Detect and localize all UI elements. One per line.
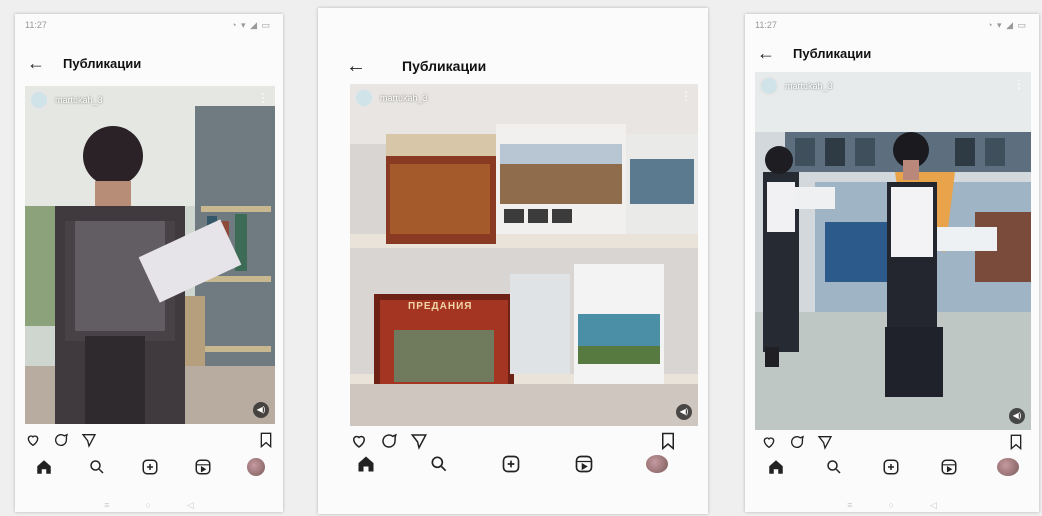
- search-icon[interactable]: [429, 454, 449, 474]
- header: ← Публикации: [318, 56, 708, 76]
- back-arrow-icon[interactable]: ←: [757, 44, 775, 62]
- home-icon[interactable]: [35, 458, 53, 476]
- volume-icon[interactable]: ◀): [253, 402, 269, 418]
- status-time: 11:27: [755, 20, 777, 30]
- post-media[interactable]: ПРЕДАНИЯ martukah_3 ⋮ ◀): [350, 84, 698, 426]
- reels-icon[interactable]: [574, 454, 594, 474]
- comment-icon[interactable]: [380, 432, 398, 450]
- page-title: Публикации: [793, 45, 872, 61]
- search-icon[interactable]: [825, 458, 843, 476]
- header: ← Публикации: [745, 44, 1039, 62]
- author-avatar[interactable]: [29, 90, 49, 110]
- post-author[interactable]: martukah_3: [354, 88, 428, 108]
- home-circle-icon[interactable]: ○: [888, 500, 893, 510]
- back-arrow-icon[interactable]: ←: [27, 54, 45, 72]
- profile-avatar[interactable]: [247, 458, 265, 476]
- author-avatar[interactable]: [759, 76, 779, 96]
- post-actions: [761, 434, 1023, 450]
- heart-icon[interactable]: [25, 432, 41, 448]
- back-triangle-icon[interactable]: ◁: [930, 500, 937, 511]
- add-post-icon[interactable]: [882, 458, 900, 476]
- home-icon[interactable]: [767, 458, 785, 476]
- post-photo: [350, 84, 698, 426]
- phone-screenshot-3: 11:27 ◔ ▾ ◢ ▭ ← Публикации martukah_3 ⋮ …: [745, 14, 1039, 512]
- book-title: ПРЕДАНИЯ: [408, 301, 473, 312]
- post-author[interactable]: martukah_3: [29, 90, 103, 110]
- system-nav-bar: ≡ ○ ◁: [15, 498, 283, 512]
- reels-icon[interactable]: [194, 458, 212, 476]
- search-icon[interactable]: [88, 458, 106, 476]
- header: ← Публикации: [15, 54, 283, 72]
- page-title: Публикации: [402, 58, 487, 74]
- back-arrow-icon[interactable]: ←: [346, 56, 366, 76]
- author-username[interactable]: martukah_3: [55, 95, 103, 105]
- author-username[interactable]: martukah_3: [380, 93, 428, 103]
- volume-icon[interactable]: ◀): [676, 404, 692, 420]
- send-icon[interactable]: [410, 432, 428, 450]
- send-icon[interactable]: [817, 434, 833, 450]
- post-photo: [25, 86, 275, 424]
- home-icon[interactable]: [356, 454, 376, 474]
- bottom-nav: [35, 458, 265, 476]
- home-circle-icon[interactable]: ○: [145, 500, 150, 510]
- post-author[interactable]: martukah_3: [759, 76, 833, 96]
- post-media[interactable]: martukah_3 ⋮ ◀): [755, 72, 1031, 430]
- phone-screenshot-1: 11:27 ◔ ▾ ◢ ▭ ← Публикации martukah_3 ⋮ …: [15, 14, 283, 512]
- author-username[interactable]: martukah_3: [785, 81, 833, 91]
- bookmark-icon[interactable]: [660, 432, 676, 450]
- system-nav-bar: ≡ ○ ◁: [745, 498, 1039, 512]
- recents-icon[interactable]: ≡: [104, 500, 109, 510]
- page-title: Публикации: [63, 55, 142, 71]
- comment-icon[interactable]: [789, 434, 805, 450]
- status-icons: ◔ ▾ ◢ ▭: [987, 20, 1027, 30]
- post-media[interactable]: martukah_3 ⋮ ◀): [25, 86, 275, 424]
- bookmark-icon[interactable]: [1009, 434, 1023, 450]
- volume-icon[interactable]: ◀): [1009, 408, 1025, 424]
- more-options-icon[interactable]: ⋮: [257, 92, 269, 104]
- add-post-icon[interactable]: [141, 458, 159, 476]
- author-avatar[interactable]: [354, 88, 374, 108]
- comment-icon[interactable]: [53, 432, 69, 448]
- status-icons: ◔ ▾ ◢ ▭: [231, 20, 271, 30]
- more-options-icon[interactable]: ⋮: [1013, 78, 1025, 90]
- status-time: 11:27: [25, 20, 47, 30]
- bookmark-icon[interactable]: [259, 432, 273, 448]
- profile-avatar[interactable]: [997, 458, 1019, 476]
- heart-icon[interactable]: [350, 432, 368, 450]
- post-photo: [755, 72, 1031, 430]
- post-actions: [350, 432, 676, 450]
- bottom-nav: [767, 458, 1019, 476]
- recents-icon[interactable]: ≡: [847, 500, 852, 510]
- phone-screenshot-2: ← Публикации ПРЕДАНИЯ martukah_3 ⋮ ◀): [318, 8, 708, 514]
- heart-icon[interactable]: [761, 434, 777, 450]
- back-triangle-icon[interactable]: ◁: [187, 500, 194, 511]
- add-post-icon[interactable]: [501, 454, 521, 474]
- bottom-nav: [356, 454, 668, 474]
- send-icon[interactable]: [81, 432, 97, 448]
- more-options-icon[interactable]: ⋮: [680, 90, 692, 102]
- profile-avatar[interactable]: [646, 455, 668, 473]
- reels-icon[interactable]: [940, 458, 958, 476]
- post-actions: [25, 432, 273, 448]
